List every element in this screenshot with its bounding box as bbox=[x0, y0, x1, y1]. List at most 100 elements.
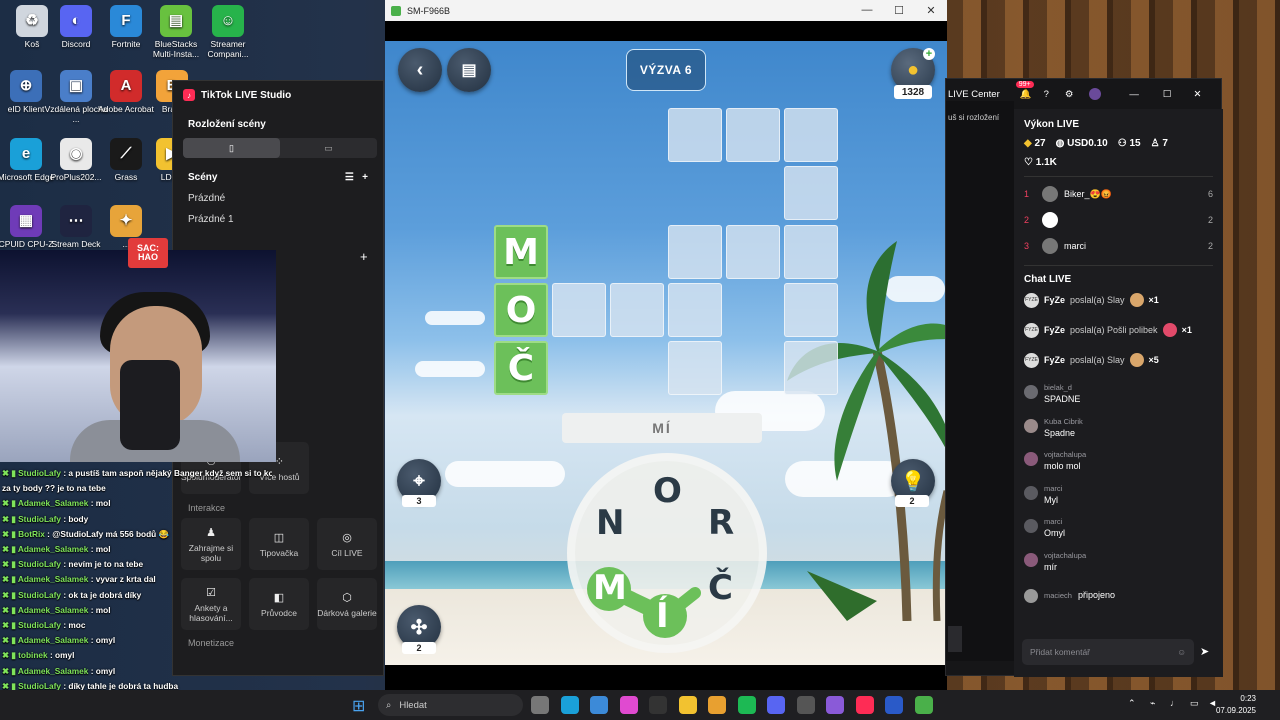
list-icon[interactable]: ☰ bbox=[345, 172, 354, 183]
app-icon[interactable] bbox=[796, 696, 815, 714]
gift-user: FyZe bbox=[1044, 295, 1066, 305]
wheel-letter[interactable]: Č bbox=[708, 568, 733, 608]
store-icon[interactable] bbox=[590, 696, 608, 714]
obs-icon[interactable] bbox=[826, 696, 844, 714]
feature-icon: ◫ bbox=[273, 531, 285, 544]
dictionary-button[interactable]: ▤ bbox=[447, 48, 491, 92]
wheel-letter[interactable]: R bbox=[708, 503, 734, 543]
minimize-button[interactable]: — bbox=[851, 4, 883, 17]
sidebar-stub bbox=[948, 626, 962, 652]
message-text: Myl bbox=[1044, 494, 1058, 505]
maximize-button[interactable]: ☐ bbox=[883, 4, 915, 17]
emoji-icon[interactable]: ☺ bbox=[1177, 647, 1186, 657]
notifications-icon[interactable]: 🔔 99+ bbox=[1015, 80, 1034, 100]
platform-icon: ✖ ▮ bbox=[2, 468, 19, 478]
overlay-chat-line: ✖ ▮ Adamek_Salamek : mol bbox=[2, 496, 272, 511]
avatar bbox=[1024, 552, 1038, 567]
chat-message: Kuba Cibrik Spadne bbox=[1014, 417, 1223, 451]
lightbulb-icon: 💡 bbox=[900, 470, 926, 493]
scene-layout-heading: Rozložení scény bbox=[188, 119, 266, 130]
book-icon: ▤ bbox=[461, 62, 477, 79]
ranking-row[interactable]: 3 marci 2 bbox=[1014, 233, 1223, 259]
edge-icon[interactable] bbox=[560, 696, 579, 714]
phone-mirror-icon[interactable] bbox=[914, 696, 933, 714]
app-icon: ▦ bbox=[10, 205, 42, 237]
live-center-window: uš si rozložení LIVE Center 🔔 99+ ? ⚙ — ☐… bbox=[945, 78, 1223, 677]
network-icon[interactable]: ⌁ bbox=[1150, 698, 1155, 709]
desktop-icon-label: Streamer Compani... bbox=[207, 39, 249, 59]
comment-placeholder: Přidat komentář bbox=[1030, 647, 1090, 657]
maximize-button[interactable]: ☐ bbox=[1163, 89, 1172, 100]
chat-message: bielak_d SPADNE bbox=[1014, 383, 1223, 417]
ranking-row[interactable]: 1 Biker_😍😡 6 bbox=[1014, 181, 1223, 207]
avatar: FYZE bbox=[1024, 352, 1039, 368]
chat-message: marci Myl bbox=[1014, 484, 1223, 518]
divider bbox=[1024, 176, 1213, 177]
spotify-icon[interactable] bbox=[737, 696, 756, 714]
studio-feature-card[interactable]: ◎ Cíl LIVE bbox=[317, 518, 377, 570]
wheel-letter-selected[interactable]: M bbox=[593, 568, 627, 608]
scene-item[interactable]: Prázdné bbox=[173, 193, 383, 204]
comment-input[interactable]: Přidat komentář ☺ bbox=[1022, 639, 1194, 665]
windows-start-icon[interactable]: ⊞ bbox=[352, 696, 365, 716]
tiktok-icon[interactable] bbox=[855, 696, 874, 714]
feature-label: Cíl LIVE bbox=[331, 547, 363, 558]
add-source-icon[interactable]: + bbox=[360, 249, 368, 264]
multi-guest-icon: ⁘ bbox=[274, 455, 284, 468]
wheel-letter[interactable]: O bbox=[653, 471, 682, 511]
platform-icon: ✖ ▮ bbox=[2, 665, 18, 676]
discord-icon[interactable] bbox=[767, 696, 785, 714]
add-coins-icon[interactable]: + bbox=[923, 48, 935, 60]
studio-feature-card[interactable]: ⬡ Dárková galerie bbox=[317, 578, 377, 630]
message-body: Kuba Cibrik Spadne bbox=[1044, 417, 1083, 438]
scene-item[interactable]: Prázdné 1 bbox=[173, 214, 383, 225]
app-icon[interactable] bbox=[649, 696, 667, 714]
profile-avatar[interactable] bbox=[1089, 88, 1102, 100]
photoshop-icon[interactable] bbox=[885, 696, 903, 714]
message-body: bielak_d SPADNE bbox=[1044, 383, 1080, 404]
landscape-toggle[interactable]: ▭ bbox=[280, 138, 377, 158]
ranking-row[interactable]: 22 bbox=[1014, 207, 1223, 233]
gift-user: FyZe bbox=[1044, 355, 1066, 365]
cloud bbox=[445, 461, 565, 487]
chat-live-title: Chat LIVE bbox=[1024, 274, 1072, 285]
orientation-toggle[interactable]: ▯ ▭ bbox=[183, 138, 377, 158]
back-button[interactable]: ‹ bbox=[398, 48, 442, 92]
feature-label: Dárková galerie bbox=[317, 607, 377, 618]
settings-icon[interactable]: ⚙ bbox=[1065, 89, 1074, 100]
taskbar-search[interactable]: ⌕ Hledat bbox=[378, 694, 523, 716]
empty-cell bbox=[610, 283, 664, 337]
empty-cell bbox=[668, 108, 722, 162]
microphone bbox=[120, 360, 180, 450]
tray-chevron-icon[interactable]: ⌃ bbox=[1128, 698, 1136, 709]
phone-mirror-window: SM-F966B — ☐ ✕ ‹ ▤ VÝZVA 6 ● + 1328 M O … bbox=[385, 0, 947, 690]
performance-title: Výkon LIVE bbox=[1024, 119, 1080, 130]
file-explorer-icon[interactable] bbox=[678, 696, 697, 714]
target-icon: ⌖ bbox=[413, 469, 425, 492]
phone-window-titlebar: SM-F966B — ☐ ✕ bbox=[385, 0, 947, 21]
app-icon[interactable] bbox=[619, 696, 638, 714]
help-icon[interactable]: ? bbox=[1044, 89, 1049, 100]
heart-icon: ♡ bbox=[1024, 157, 1033, 168]
close-button[interactable]: ✕ bbox=[1193, 89, 1201, 100]
close-button[interactable]: ✕ bbox=[915, 4, 947, 17]
portrait-icon: ▯ bbox=[229, 142, 234, 153]
overlay-chat-line: ✖ ▮ StudioLafy : moc bbox=[2, 618, 272, 633]
display-icon[interactable]: ▭ bbox=[1190, 698, 1199, 709]
chrome-icon[interactable] bbox=[708, 696, 726, 714]
wheel-letter[interactable]: N bbox=[596, 503, 624, 543]
mic-icon[interactable]: ♩ bbox=[1170, 698, 1179, 708]
task-view-icon[interactable] bbox=[531, 696, 549, 714]
add-scene-icon[interactable]: + bbox=[362, 172, 368, 183]
portrait-toggle[interactable]: ▯ bbox=[183, 138, 280, 158]
send-icon[interactable]: ➤ bbox=[1200, 645, 1209, 658]
minimize-button[interactable]: — bbox=[1129, 89, 1139, 100]
chat-text: : nevím je to na tebe bbox=[61, 559, 144, 570]
wheel-letter-selected[interactable]: Í bbox=[656, 596, 669, 636]
solved-cell: O bbox=[494, 283, 548, 337]
overlay-chat-line: ✖ ▮ StudioLafy : nevím je to na tebe bbox=[2, 557, 272, 572]
clock[interactable]: 0:23 07.09.2025 bbox=[1216, 693, 1256, 717]
chat-message: marci Omyl bbox=[1014, 517, 1223, 551]
desktop-icon[interactable]: ☺ Streamer Compani... bbox=[196, 5, 260, 60]
